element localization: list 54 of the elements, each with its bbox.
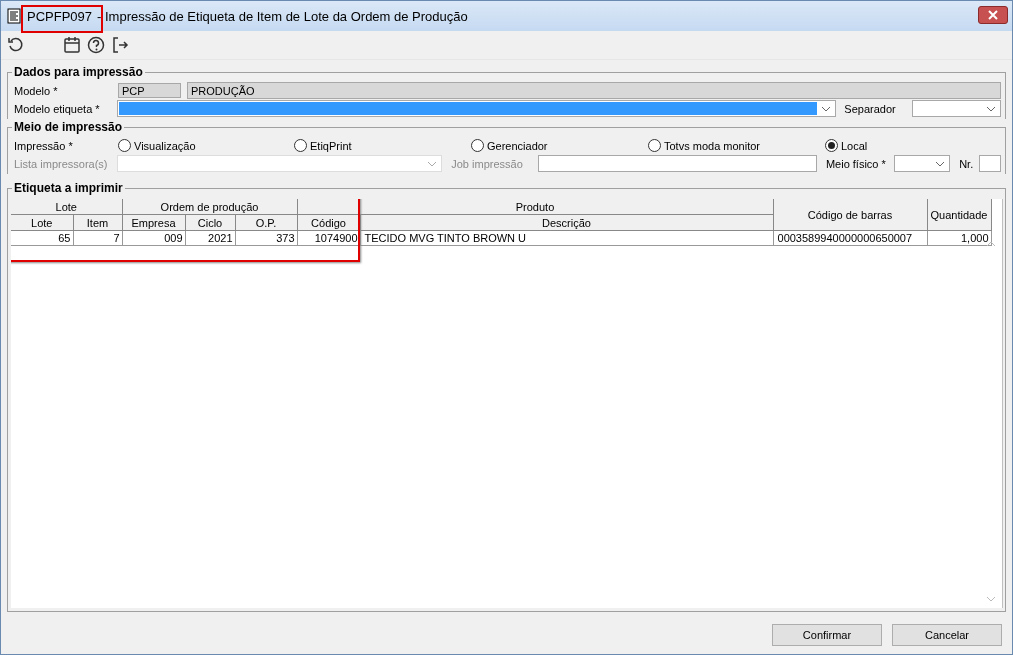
number-input-field[interactable] (979, 155, 1001, 172)
caret-icon (986, 105, 996, 112)
field-label: Job impressão (451, 157, 524, 170)
scroll-up-icon[interactable] (986, 241, 996, 247)
radio-option[interactable]: Local (825, 137, 925, 154)
exit-icon[interactable] (111, 36, 129, 54)
close-button[interactable] (978, 6, 1008, 24)
document-icon (7, 8, 21, 24)
table-cell: 373 (235, 230, 297, 246)
field-label: Impressão * (14, 139, 74, 152)
scroll-down-icon[interactable] (986, 596, 996, 602)
program-code: PCPFP097 (26, 8, 94, 24)
table-cell: 009 (122, 230, 185, 246)
table-cell: 1074900 (297, 230, 360, 246)
dialog-button[interactable]: Confirmar (772, 624, 882, 646)
column-group-header: Lote (11, 199, 122, 215)
radio-option[interactable]: Gerenciador (471, 137, 648, 154)
table-cell: 7 (73, 230, 122, 246)
physical-medium-dropdown[interactable] (894, 155, 951, 172)
field-label: Modelo * (14, 84, 59, 97)
model-code-field: PCP (118, 83, 181, 98)
caret-icon (427, 160, 438, 167)
label-model-dropdown[interactable] (117, 100, 837, 117)
help-icon[interactable] (87, 36, 105, 54)
section-title: Etiqueta a imprimir (12, 181, 125, 195)
caret-icon (821, 105, 832, 112)
radio-option[interactable]: Visualização (118, 137, 294, 154)
caret-icon (935, 160, 946, 167)
table-cell: TECIDO MVG TINTO BROWN U (360, 230, 773, 246)
separator-dropdown[interactable] (911, 100, 1001, 117)
dialog-button[interactable]: Cancelar (892, 624, 1002, 646)
table-cell: 0003589940000000650007 (773, 230, 927, 246)
field-label: Meio físico * (825, 157, 887, 170)
column-group-header: Ordem de produção (122, 199, 297, 215)
field-label: Lista impressora(s) (14, 157, 109, 170)
field-label: Separador (844, 102, 896, 115)
window-title: - Impressão de Etiqueta de Item de Lote da Ordem de Produção (97, 8, 468, 24)
model-name-field: PRODUÇÃO (187, 82, 1001, 99)
column-header[interactable]: Quantidade (927, 199, 991, 231)
undo-icon[interactable] (7, 36, 25, 54)
section-title: Meio de impressão (12, 120, 125, 134)
table-cell: 1,000 (927, 230, 991, 246)
column-header[interactable]: Código de barras (773, 199, 927, 231)
radio-option[interactable]: Totvs moda monitor (648, 137, 825, 154)
field-label: Modelo etiqueta * (14, 102, 101, 115)
table-cell: 65 (11, 230, 73, 246)
field-label: Nr. (959, 157, 975, 170)
column-group-header: Produto (297, 199, 773, 215)
table-cell: 2021 (185, 230, 235, 246)
close-icon (988, 10, 998, 20)
job-input-field[interactable] (537, 155, 817, 172)
calendar-icon[interactable] (63, 36, 81, 54)
radio-option[interactable]: EtiqPrint (294, 137, 471, 154)
section-title: Dados para impressão (12, 65, 145, 79)
